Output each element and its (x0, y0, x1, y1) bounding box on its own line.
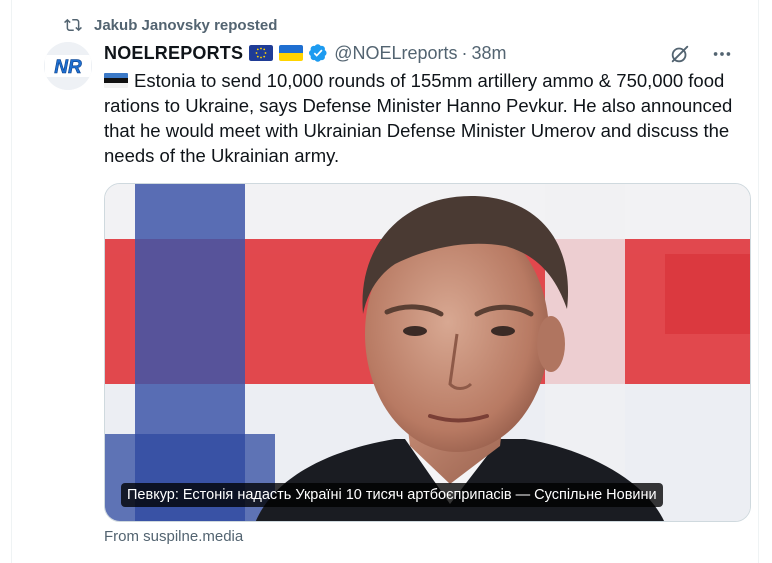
avatar-text: NR (54, 57, 82, 78)
estonia-flag (104, 73, 128, 88)
link-card[interactable]: Певкур: Естонія надасть Україні 10 тисяч… (104, 183, 751, 522)
tweet[interactable]: Jakub Janovsky reposted NR NOELREPORTS @… (11, 0, 759, 563)
timestamp[interactable]: 38m (472, 43, 507, 64)
grok-button[interactable] (667, 41, 693, 67)
separator: · (461, 42, 468, 63)
tweet-body: Estonia to send 10,000 rounds of 155mm a… (104, 70, 733, 166)
verified-badge-icon[interactable] (308, 43, 328, 63)
tweet-text: Estonia to send 10,000 rounds of 155mm a… (104, 68, 744, 168)
article-photo (105, 184, 750, 521)
tweet-actions (651, 41, 735, 67)
grok-icon (671, 45, 689, 63)
author-name[interactable]: NOELREPORTS (104, 43, 243, 64)
more-button[interactable] (709, 41, 735, 67)
noelreports-logo: NR (44, 42, 92, 90)
ukraine-flag (279, 45, 304, 61)
repost-context[interactable]: Jakub Janovsky reposted (64, 15, 277, 35)
repost-icon (64, 18, 82, 32)
more-icon (713, 52, 731, 56)
link-source[interactable]: From suspilne.media (104, 528, 243, 545)
avatar[interactable]: NR (44, 42, 92, 90)
link-card-caption: Певкур: Естонія надасть Україні 10 тисяч… (121, 483, 663, 507)
author-handle[interactable]: @NOELreports (334, 43, 457, 64)
tweet-header: NOELREPORTS @NOELreports · 38m (104, 41, 507, 65)
eu-flag (249, 45, 274, 61)
repost-label: Jakub Janovsky reposted (94, 16, 278, 34)
